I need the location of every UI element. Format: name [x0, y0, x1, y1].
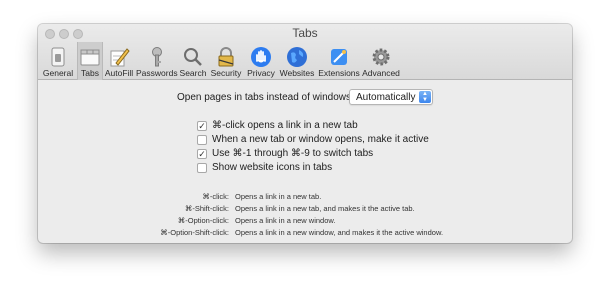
shortcut-row: ⌘-Option-Shift-click: Opens a link in a …	[38, 228, 572, 239]
tab-tabs[interactable]: Tabs	[77, 42, 103, 80]
tab-label: Privacy	[247, 68, 275, 78]
tab-label: AutoFill	[104, 68, 134, 78]
option-label: ⌘-click opens a link in a new tab	[212, 120, 358, 131]
tab-advanced[interactable]: Advanced	[362, 42, 400, 80]
open-pages-label: Open pages in tabs instead of windows:	[177, 92, 354, 103]
tab-label: Security	[210, 68, 242, 78]
open-pages-value: Automatically	[356, 92, 416, 103]
lock-icon	[218, 47, 234, 67]
tab-label: Passwords	[136, 68, 178, 78]
tab-extensions[interactable]: Extensions	[318, 42, 360, 80]
tab-label: Websites	[279, 68, 315, 78]
shortcut-desc: Opens a link in a new window.	[235, 216, 336, 225]
shortcut-desc: Opens a link in a new window, and makes …	[235, 228, 444, 237]
chevron-up-down-icon: ▲ ▼	[419, 91, 431, 103]
tabs-pane: Open pages in tabs instead of windows: A…	[38, 81, 572, 243]
tab-label: General	[42, 68, 74, 78]
shortcut-desc: Opens a link in a new tab.	[235, 192, 322, 201]
gear-icon	[372, 48, 390, 66]
tab-passwords[interactable]: Passwords	[136, 42, 178, 80]
tab-label: Tabs	[81, 68, 99, 78]
shortcut-key: ⌘-Option-click:	[177, 216, 229, 225]
checkbox-unchecked[interactable]	[197, 163, 207, 173]
window-title: Tabs	[292, 26, 318, 40]
open-pages-popup[interactable]: Automatically ▲ ▼	[349, 89, 433, 105]
switch-icon	[51, 47, 65, 67]
shortcut-key: ⌘-Option-Shift-click:	[160, 228, 229, 237]
tab-websites[interactable]: Websites	[279, 42, 315, 80]
tabs-icon	[80, 49, 100, 66]
shortcut-key: ⌘-Shift-click:	[184, 204, 229, 213]
magnifier-icon	[184, 48, 202, 66]
shortcut-row: ⌘-Shift-click: Opens a link in a new tab…	[38, 204, 572, 215]
tab-general[interactable]: General	[40, 42, 76, 80]
tab-label: Extensions	[318, 68, 360, 78]
option-label: When a new tab or window opens, make it …	[212, 134, 429, 145]
tab-label: Advanced	[362, 68, 400, 78]
checkbox-unchecked[interactable]	[197, 135, 207, 145]
hand-icon	[251, 47, 271, 67]
tab-security[interactable]: Security	[209, 42, 243, 80]
shortcut-row: ⌘-Option-click: Opens a link in a new wi…	[38, 216, 572, 227]
tab-search[interactable]: Search	[179, 42, 207, 80]
checkbox-checked[interactable]: ✓	[197, 121, 207, 131]
preferences-window: Tabs General Tabs AutoFill Passwords Sea…	[38, 24, 572, 243]
tab-autofill[interactable]: AutoFill	[104, 42, 134, 80]
checkbox-checked[interactable]: ✓	[197, 149, 207, 159]
key-icon	[151, 47, 162, 67]
option-label: Use ⌘-1 through ⌘-9 to switch tabs	[212, 148, 374, 159]
option-label: Show website icons in tabs	[212, 162, 333, 173]
tab-label: Search	[179, 68, 207, 78]
shortcut-desc: Opens a link in a new tab, and makes it …	[235, 204, 415, 213]
puzzle-icon	[331, 49, 347, 65]
pencil-form-icon	[110, 48, 130, 67]
toolbar: Tabs General Tabs AutoFill Passwords Sea…	[38, 24, 572, 80]
globe-icon	[287, 47, 307, 67]
shortcut-row: ⌘-click: Opens a link in a new tab.	[38, 192, 572, 203]
tab-privacy[interactable]: Privacy	[245, 42, 277, 80]
shortcut-key: ⌘-click:	[202, 192, 229, 201]
